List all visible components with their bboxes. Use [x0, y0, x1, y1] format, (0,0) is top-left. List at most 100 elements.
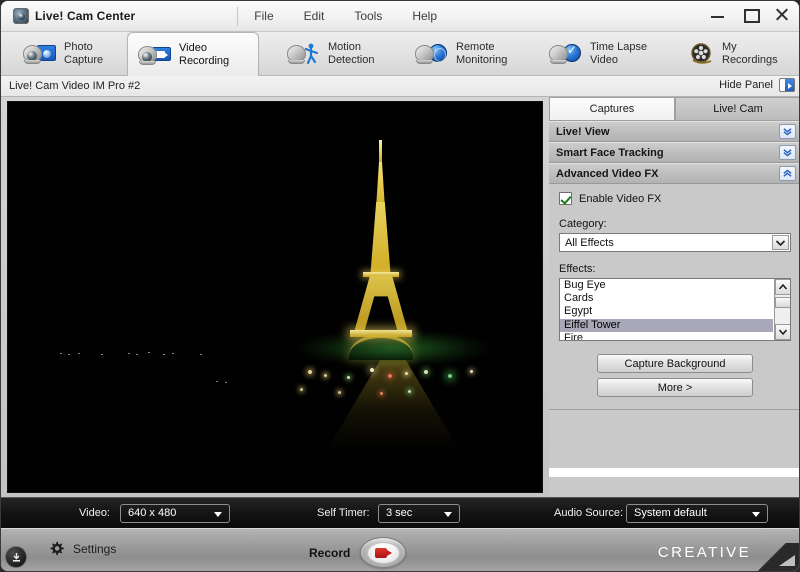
- video-resolution-label: Video:: [79, 507, 110, 519]
- accordion-title-smart-face-tracking: Smart Face Tracking: [556, 146, 664, 159]
- enable-video-fx-row[interactable]: Enable Video FX: [559, 192, 791, 205]
- gear-icon: [50, 541, 64, 556]
- walking-person-glyph: [304, 43, 319, 65]
- effects-scrollbar[interactable]: [774, 279, 790, 340]
- record-control[interactable]: Record: [309, 537, 407, 568]
- panel-bottom-strip: [549, 468, 799, 477]
- category-value: All Effects: [565, 236, 614, 249]
- chevron-down-icon-video: [214, 511, 222, 517]
- self-timer-select[interactable]: 3 sec: [378, 503, 460, 523]
- tab-label-my-recordings: My Recordings: [722, 41, 778, 66]
- panel-accordion: Live! View Smart Face Tracking Advanced …: [549, 121, 799, 477]
- list-item-selected[interactable]: Eiffel Tower: [560, 318, 773, 332]
- remote-globe-icon: [415, 42, 449, 66]
- chevron-double-down-icon-2[interactable]: [779, 145, 796, 160]
- webcam-icon: [13, 8, 29, 24]
- minimize-icon[interactable]: [709, 5, 727, 23]
- tab-label-remote-monitoring: Remote Monitoring: [456, 41, 508, 66]
- brand-logo: CREATIVE: [657, 544, 751, 561]
- webcam-photo-icon: [23, 42, 57, 66]
- panel-tab-live-cam[interactable]: Live! Cam: [675, 97, 799, 121]
- accordion-title-live-view: Live! View: [556, 125, 610, 138]
- chevron-double-up-icon[interactable]: [779, 166, 796, 181]
- tab-photo-capture[interactable]: Photo Capture: [13, 32, 121, 76]
- menu-item-edit[interactable]: Edit: [302, 7, 327, 25]
- maximize-icon[interactable]: [741, 5, 760, 23]
- chevron-double-down-icon[interactable]: [779, 124, 796, 139]
- tab-video-recording[interactable]: Video Recording: [127, 32, 259, 77]
- video-resolution-value: 640 x 480: [128, 507, 177, 519]
- video-preview-container: [1, 97, 549, 497]
- tab-motion-detection[interactable]: Motion Detection: [277, 32, 397, 76]
- film-reel-icon: [689, 43, 715, 65]
- panel-tab-captures[interactable]: Captures: [549, 97, 675, 121]
- panel-collapse-icon: [779, 78, 795, 92]
- tab-label-motion-detection: Motion Detection: [328, 41, 375, 66]
- list-item[interactable]: Fire: [560, 332, 773, 340]
- chevron-down-icon-audio: [752, 511, 760, 517]
- hide-panel-button[interactable]: Hide Panel: [719, 78, 795, 92]
- hide-panel-label: Hide Panel: [719, 79, 773, 91]
- list-item[interactable]: Cards: [560, 292, 773, 305]
- corner-decoration: [755, 543, 799, 571]
- menu-item-help[interactable]: Help: [410, 7, 439, 25]
- audio-source-label: Audio Source:: [554, 507, 624, 519]
- close-icon[interactable]: [773, 5, 791, 23]
- capture-settings-bar: Video: 640 x 480 Self Timer: 3 sec Audio…: [1, 497, 799, 528]
- tab-remote-monitoring[interactable]: Remote Monitoring: [405, 32, 531, 76]
- effects-list: Bug Eye Cards Egypt Eiffel Tower Fire: [560, 279, 773, 340]
- tab-my-recordings[interactable]: My Recordings: [677, 32, 795, 76]
- menu-bar: File Edit Tools Help: [252, 7, 439, 25]
- accordion-header-smart-face-tracking[interactable]: Smart Face Tracking: [549, 142, 799, 163]
- effects-listbox[interactable]: Bug Eye Cards Egypt Eiffel Tower Fire: [559, 278, 791, 341]
- accordion-title-advanced-video-fx: Advanced Video FX: [556, 167, 659, 180]
- device-name-label: Live! Cam Video IM Pro #2: [9, 80, 141, 92]
- capture-background-button[interactable]: Capture Background: [597, 354, 753, 373]
- accordion-header-advanced-video-fx[interactable]: Advanced Video FX: [549, 163, 799, 184]
- list-item[interactable]: Egypt: [560, 305, 773, 318]
- category-select[interactable]: All Effects: [559, 233, 791, 252]
- footer-bar: Settings Record CREATIVE: [1, 528, 799, 571]
- video-resolution-select[interactable]: 640 x 480: [120, 503, 230, 523]
- enable-video-fx-checkbox[interactable]: [559, 192, 572, 205]
- self-timer-value: 3 sec: [386, 507, 413, 519]
- record-button[interactable]: [360, 537, 407, 568]
- scroll-up-icon[interactable]: [775, 279, 790, 295]
- scrollbar-thumb[interactable]: [775, 297, 790, 308]
- menu-item-tools[interactable]: Tools: [352, 7, 384, 25]
- tab-label-video-recording: Video Recording: [179, 42, 230, 67]
- menu-separator: [237, 6, 239, 26]
- settings-button[interactable]: Settings: [49, 541, 116, 556]
- panel-tab-strip: Captures Live! Cam: [549, 97, 799, 121]
- app-title: Live! Cam Center: [35, 9, 136, 23]
- self-timer-label: Self Timer:: [317, 507, 370, 519]
- settings-label: Settings: [73, 541, 117, 556]
- panel-empty-area: [549, 410, 799, 468]
- eiffel-tower-graphic: [341, 140, 421, 390]
- accordion-header-live-view[interactable]: Live! View: [549, 121, 799, 142]
- title-bar: Live! Cam Center File Edit Tools Help: [1, 1, 799, 32]
- motion-detect-icon: [287, 42, 321, 66]
- tab-time-lapse-video[interactable]: Time Lapse Video: [539, 32, 665, 76]
- tab-label-time-lapse-video: Time Lapse Video: [590, 41, 648, 66]
- chevron-down-icon[interactable]: [772, 235, 789, 250]
- effects-label: Effects:: [559, 263, 596, 275]
- window-controls: [709, 5, 791, 23]
- category-label: Category:: [559, 218, 607, 230]
- panel-spacer: [549, 397, 799, 409]
- mode-tab-strip: Photo Capture Video Recording Motion Det…: [1, 32, 799, 77]
- list-item[interactable]: Bug Eye: [560, 279, 773, 292]
- menu-item-file[interactable]: File: [252, 7, 275, 25]
- side-panel: Captures Live! Cam Live! View Smart Face…: [549, 97, 799, 497]
- record-label: Record: [309, 545, 351, 560]
- video-preview[interactable]: [7, 101, 543, 493]
- audio-source-select[interactable]: System default: [626, 503, 768, 523]
- minimize-to-tray-icon[interactable]: [5, 546, 27, 568]
- more-button[interactable]: More >: [597, 378, 753, 397]
- scroll-down-icon[interactable]: [775, 324, 790, 340]
- preview-scene: [8, 102, 542, 492]
- enable-video-fx-label: Enable Video FX: [579, 192, 662, 205]
- tab-label-photo-capture: Photo Capture: [64, 41, 104, 66]
- advanced-video-fx-body: Enable Video FX Category: All Effects Ef…: [549, 184, 799, 397]
- chevron-down-icon-timer: [444, 511, 452, 517]
